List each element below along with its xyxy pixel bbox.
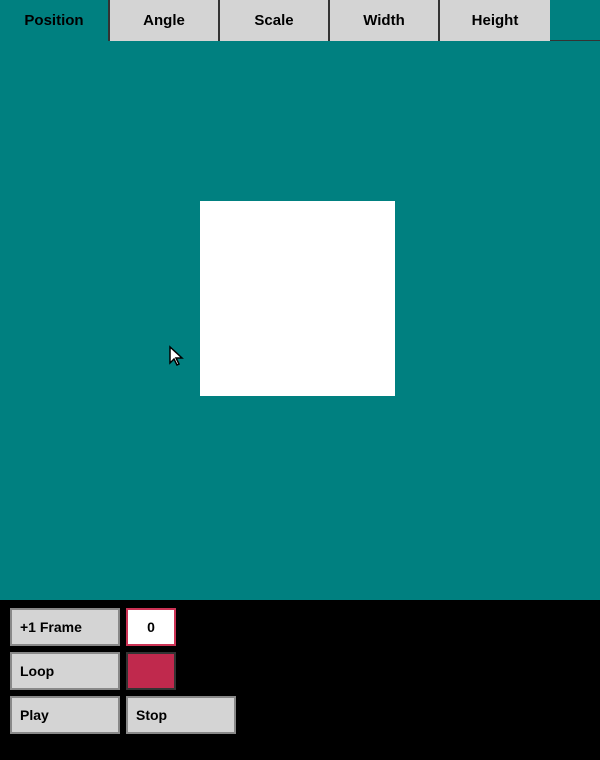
canvas-area: [0, 41, 600, 600]
loop-button[interactable]: Loop: [10, 652, 120, 690]
playback-row: Play Stop: [10, 696, 590, 734]
tab-height[interactable]: Height: [440, 0, 550, 41]
tab-scale[interactable]: Scale: [220, 0, 330, 41]
loop-row: Loop: [10, 652, 590, 690]
canvas-object[interactable]: [200, 201, 395, 396]
stop-button[interactable]: Stop: [126, 696, 236, 734]
controls-panel: +1 Frame Loop Play Stop: [0, 600, 600, 760]
play-button[interactable]: Play: [10, 696, 120, 734]
frame-button[interactable]: +1 Frame: [10, 608, 120, 646]
tab-width[interactable]: Width: [330, 0, 440, 41]
header-tabs: Position Angle Scale Width Height: [0, 0, 600, 41]
tab-angle[interactable]: Angle: [110, 0, 220, 41]
tab-position[interactable]: Position: [0, 0, 110, 41]
loop-color-swatch[interactable]: [126, 652, 176, 690]
frame-row: +1 Frame: [10, 608, 590, 646]
frame-input[interactable]: [126, 608, 176, 646]
